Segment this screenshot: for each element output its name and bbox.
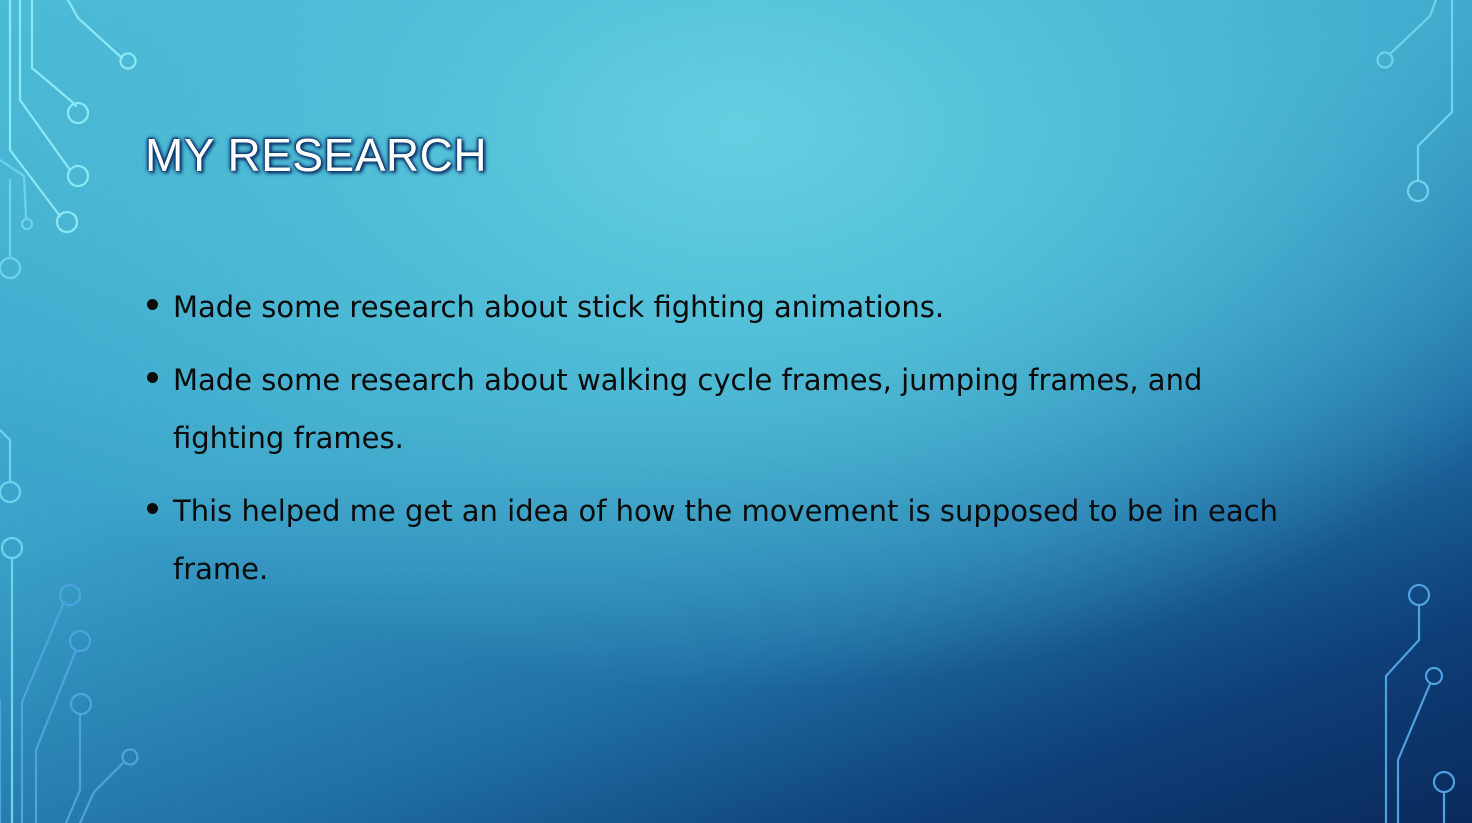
bullet-list: Made some research about stick fighting … xyxy=(145,278,1305,613)
bullet-dot-icon xyxy=(147,503,158,514)
slide-title: MY RESEARCH xyxy=(145,129,488,181)
bullet-dot-icon xyxy=(147,299,158,310)
bullet-text: This helped me get an idea of how the mo… xyxy=(173,494,1278,586)
bullet-text: Made some research about walking cycle f… xyxy=(173,363,1203,455)
circuit-top-right xyxy=(1376,0,1454,203)
circuit-bottom-left xyxy=(0,583,139,823)
bullet-dot-icon xyxy=(147,372,158,383)
circuit-top-left xyxy=(0,0,137,280)
slide: MY RESEARCH Made some research about sti… xyxy=(0,0,1472,823)
bullet-text: Made some research about stick fighting … xyxy=(173,290,945,324)
bullet-item: Made some research about walking cycle f… xyxy=(145,351,1305,467)
bullet-item: Made some research about stick fighting … xyxy=(145,278,1305,336)
circuit-left-middle xyxy=(0,428,24,823)
bullet-item: This helped me get an idea of how the mo… xyxy=(145,482,1305,598)
circuit-bottom-right xyxy=(1384,583,1456,823)
